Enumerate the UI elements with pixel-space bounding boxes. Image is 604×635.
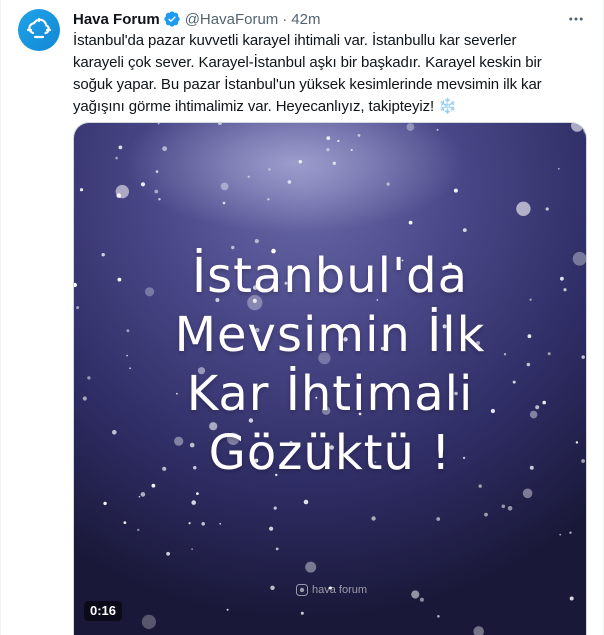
snowflake-particle <box>522 488 533 499</box>
snowflake-particle <box>247 175 250 178</box>
snowflake-particle <box>140 182 146 187</box>
snowflake-particle <box>303 499 309 505</box>
snowflake-particle <box>332 161 336 165</box>
snowflake-particle <box>287 180 292 184</box>
author-handle[interactable]: @HavaForum <box>185 11 279 28</box>
snowflake-particle <box>118 145 123 150</box>
snowflake-particle <box>305 561 317 573</box>
watermark-text: hava forum <box>312 584 368 596</box>
snowflake-particle <box>137 528 140 532</box>
snowflake-particle <box>453 188 458 193</box>
snowflake-particle <box>337 139 340 143</box>
tweet-text-line: İstanbul'da pazar kuvvetli karayel ihtim… <box>73 32 517 49</box>
verified-badge-icon <box>163 10 181 28</box>
snowflake-particle <box>115 184 129 199</box>
snowflake-particle <box>191 500 196 505</box>
tweet-text-line: karayeli çok sever. Karayel-İstanbul aşk… <box>73 54 542 71</box>
snowflake-particle <box>408 220 413 225</box>
video-duration-badge: 0:16 <box>84 601 123 621</box>
snowflake-emoji: ❄️ <box>438 98 457 115</box>
snowflake-particle <box>559 533 562 536</box>
snowflake-particle <box>484 512 488 517</box>
tweet-text-segment: yağışını görme ihtimalimiz var. Heyecanl… <box>73 98 435 115</box>
snowflake-particle <box>267 198 270 201</box>
snowflake-particle <box>166 551 170 556</box>
cloud-sun-logo-icon <box>26 17 52 39</box>
video-title-line: Gözüktü ! <box>208 425 452 481</box>
snowflake-particle <box>154 189 159 194</box>
watermark: hava forum <box>296 584 367 596</box>
snowflake-particle <box>155 170 159 173</box>
tweet-text-line: yağışını görme ihtimalimiz var. Heyecanl… <box>73 96 585 118</box>
snowflake-particle <box>557 167 560 170</box>
watermark-logo-icon <box>296 584 308 596</box>
video-title-line: İstanbul'da <box>191 248 469 304</box>
snowflake-particle <box>386 182 390 186</box>
video-title-line: Kar İhtimali <box>186 366 474 422</box>
snowflake-particle <box>569 596 574 601</box>
snowflake-particle <box>138 495 141 498</box>
snowflake-particle <box>406 123 415 131</box>
snowflake-particle <box>569 531 572 534</box>
snowflake-particle <box>269 526 274 531</box>
snowflake-particle <box>140 492 146 497</box>
snowflake-particle <box>158 198 161 201</box>
snowflake-particle <box>507 506 513 511</box>
snowflake-particle <box>196 492 199 495</box>
snowflake-particle <box>437 615 440 618</box>
more-dots-icon[interactable] <box>565 8 587 30</box>
snowflake-particle <box>516 201 531 216</box>
tweet-header: Hava Forum @HavaForum · 42m <box>73 9 320 29</box>
snowflake-particle <box>350 148 353 152</box>
video-title-line: Mevsimin İlk <box>174 307 486 363</box>
snowflake-particle <box>151 483 156 488</box>
tweet-card[interactable]: Hava Forum @HavaForum · 42m İstanbul'da … <box>0 0 604 635</box>
snowflake-particle <box>115 156 118 160</box>
tweet-text: İstanbul'da pazar kuvvetli karayel ihtim… <box>73 30 585 118</box>
snowflake-particle <box>462 228 467 232</box>
snowflake-particle <box>222 201 226 205</box>
snowflake-particle <box>103 501 107 506</box>
snowflake-particle <box>326 148 330 152</box>
snowflake-particle <box>123 521 127 524</box>
snowflake-particle <box>201 522 205 526</box>
tweet-text-line: soğuk yapar. Bu pazar İstanbul'un yüksek… <box>73 76 542 93</box>
snowflake-particle <box>220 182 229 191</box>
snowflake-particle <box>357 134 361 137</box>
author-display-name[interactable]: Hava Forum <box>73 11 160 28</box>
snowflake-particle <box>270 585 275 590</box>
snowflake-particle <box>478 484 482 488</box>
video-player[interactable]: İstanbul'da Mevsimin İlk Kar İhtimali Gö… <box>73 122 587 635</box>
snowflake-particle <box>141 614 156 629</box>
snowflake-particle <box>436 517 441 521</box>
snowflake-particle <box>545 207 549 211</box>
snowflake-particle <box>188 522 191 525</box>
snowflake-particle <box>326 136 331 140</box>
snowflake-particle <box>254 239 259 244</box>
snowflake-particle <box>371 516 376 521</box>
snowflake-particle <box>300 611 304 615</box>
snowflake-particle <box>419 597 424 602</box>
video-title-overlay: İstanbul'da Mevsimin İlk Kar İhtimali Gö… <box>74 247 586 483</box>
snowflake-particle <box>219 522 222 525</box>
snowflake-particle <box>268 168 271 171</box>
snowflake-particle <box>275 547 279 551</box>
snowflake-particle <box>226 608 229 611</box>
snowflake-particle <box>162 146 167 152</box>
snowflake-particle <box>273 506 277 510</box>
snowflake-particle <box>436 128 439 131</box>
snowflake-particle <box>411 590 420 599</box>
snowflake-particle <box>191 548 193 550</box>
avatar[interactable] <box>18 9 60 51</box>
tweet-timestamp[interactable]: 42m <box>291 11 320 28</box>
snowflake-particle <box>79 188 84 192</box>
separator-dot: · <box>282 10 288 28</box>
snowflake-particle <box>501 504 506 509</box>
snowflake-particle <box>298 160 302 164</box>
